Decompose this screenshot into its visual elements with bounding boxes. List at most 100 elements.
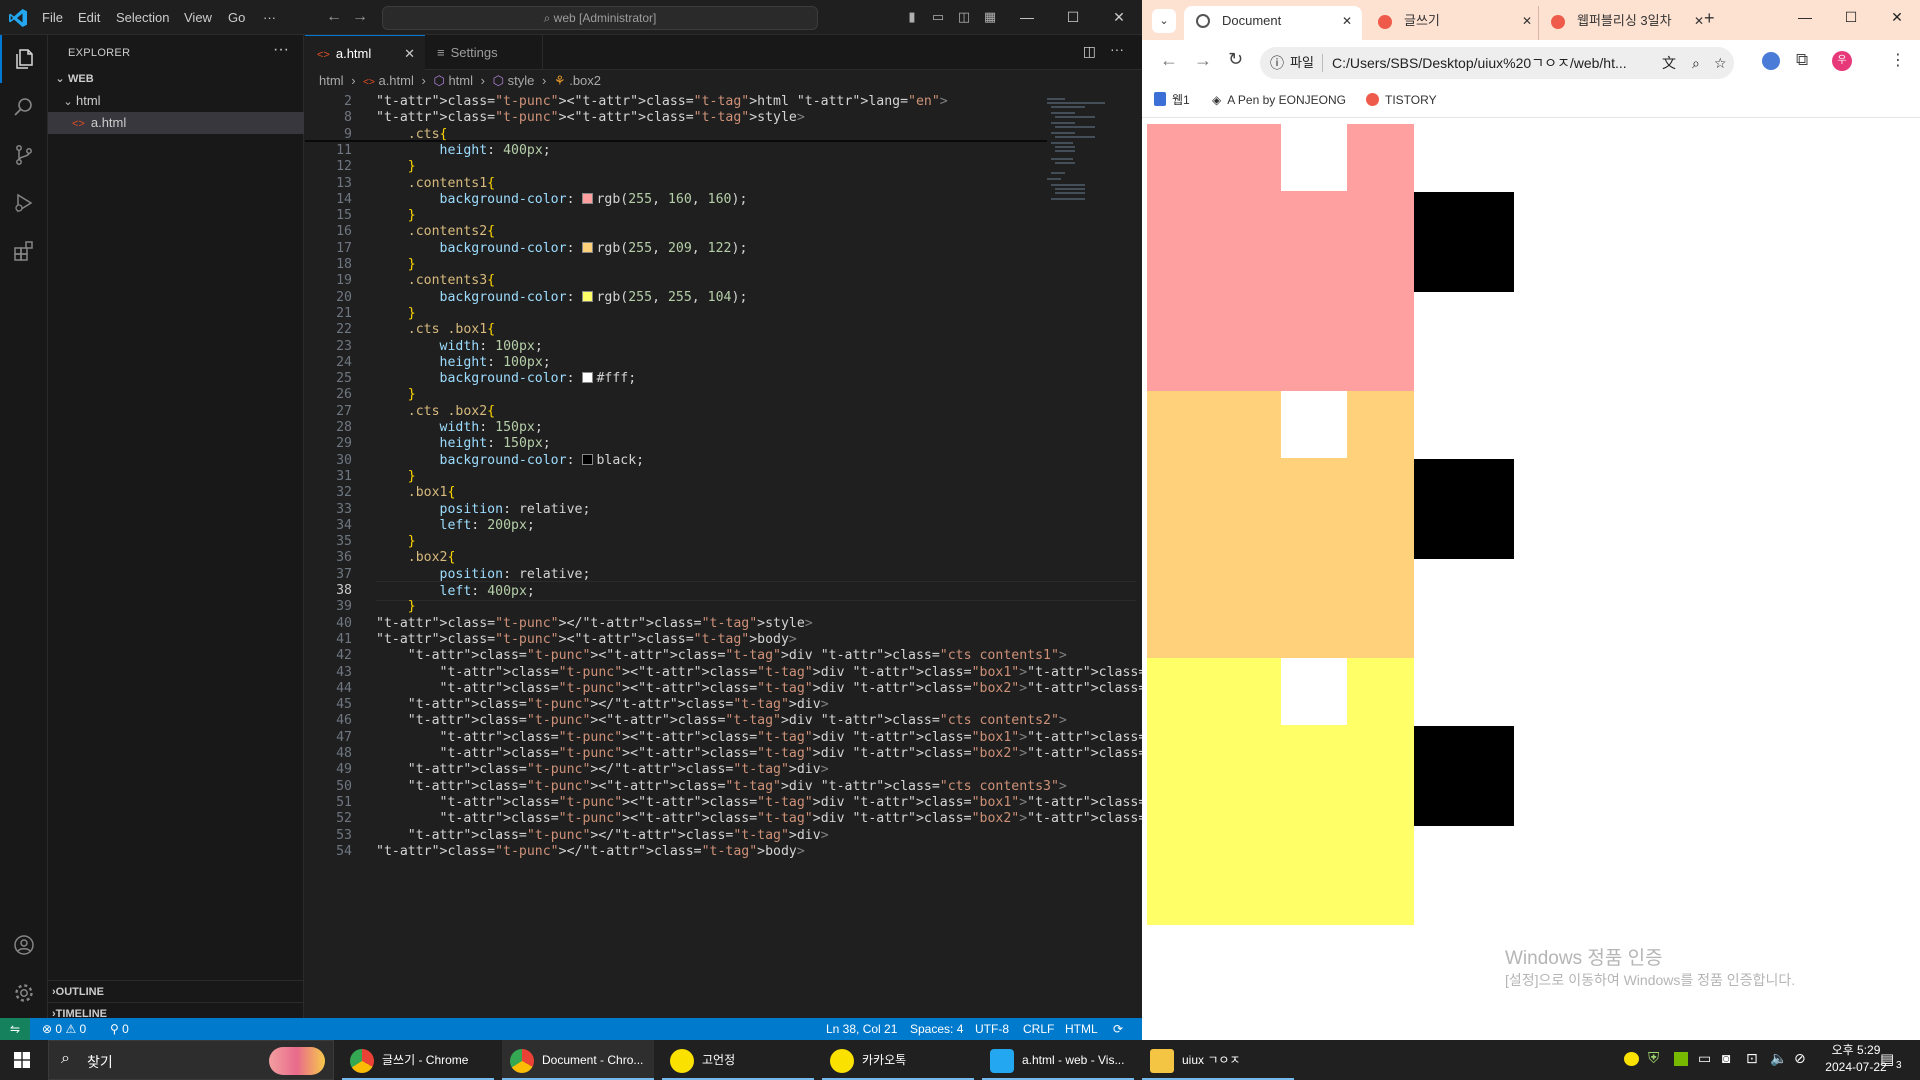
chrome-tab-writing[interactable]: 글쓰기 ✕ bbox=[1366, 6, 1542, 40]
notification-center-icon[interactable]: ▤ bbox=[1880, 1050, 1894, 1068]
warning-icon: ⚠ bbox=[65, 1022, 77, 1036]
breadcrumb-item[interactable]: html bbox=[448, 73, 473, 88]
close-tab-icon[interactable]: ✕ bbox=[1694, 6, 1704, 36]
accounts-icon[interactable] bbox=[0, 921, 48, 969]
breadcrumb-item[interactable]: a.html bbox=[378, 73, 413, 88]
network-icon[interactable]: ⊡ bbox=[1746, 1050, 1758, 1067]
bookmark-star-icon[interactable]: ☆ bbox=[1714, 47, 1727, 79]
command-center-search[interactable]: ⌕ web [Administrator] bbox=[382, 6, 818, 30]
maximize-icon[interactable]: ☐ bbox=[1828, 0, 1874, 35]
code-line[interactable]: background-color: rgb(255, 255, 104); bbox=[376, 288, 748, 308]
profile-avatar[interactable]: 우 bbox=[1832, 51, 1852, 71]
back-arrow-icon[interactable]: ← bbox=[1160, 50, 1178, 71]
taskbar-app-chrome-writing[interactable]: 글쓰기 - Chrome bbox=[342, 1040, 494, 1080]
chrome-tab-document[interactable]: Document ✕ bbox=[1184, 6, 1362, 40]
editor-more-icon[interactable]: ··· bbox=[1110, 41, 1124, 57]
encoding[interactable]: UTF-8 bbox=[975, 1018, 1009, 1040]
split-editor-icon[interactable]: ◫ bbox=[1083, 43, 1096, 60]
close-icon[interactable]: ✕ bbox=[1874, 0, 1920, 35]
notifications-bell-icon[interactable]: ⟳ bbox=[1113, 1018, 1123, 1040]
reload-icon[interactable]: ↻ bbox=[1228, 49, 1243, 70]
taskbar-app-kakaotalk[interactable]: 카카오톡 bbox=[822, 1040, 974, 1080]
cursor-position[interactable]: Ln 38, Col 21 bbox=[826, 1018, 897, 1040]
maximize-icon[interactable]: ☐ bbox=[1050, 0, 1096, 35]
tray-device-icon[interactable]: ▭ bbox=[1698, 1050, 1711, 1067]
taskbar-app-folder[interactable]: uiux ㄱㅇㅈ bbox=[1142, 1040, 1294, 1080]
code-line[interactable]: "t-attr">class="t-punc"></"t-attr">class… bbox=[376, 842, 805, 862]
close-tab-icon[interactable]: ✕ bbox=[1522, 6, 1532, 36]
minimize-icon[interactable]: — bbox=[1004, 0, 1050, 35]
toggle-sidebar-icon[interactable]: ▮ bbox=[904, 9, 920, 25]
minimize-icon[interactable]: — bbox=[1782, 0, 1828, 35]
menu-edit[interactable]: Edit bbox=[78, 0, 100, 35]
code-editor[interactable]: 2 "t-attr">class="t-punc"><"t-attr">class… bbox=[305, 92, 1142, 1018]
tray-nvidia-icon[interactable] bbox=[1674, 1052, 1688, 1066]
minimap[interactable] bbox=[1045, 95, 1125, 205]
windows-start-icon[interactable] bbox=[14, 1052, 30, 1068]
bookmarks-bar: 웹1 ◈ A Pen by EONJEONG TISTORY bbox=[1142, 84, 1920, 118]
tray-shield-icon[interactable]: ⛨ bbox=[1648, 1050, 1659, 1067]
zoom-icon[interactable]: ⌕ bbox=[1692, 47, 1700, 79]
menu-view[interactable]: View bbox=[184, 0, 212, 35]
forward-arrow-icon[interactable]: → bbox=[1194, 50, 1212, 71]
extensions-puzzle-icon[interactable]: ⧉ bbox=[1796, 50, 1808, 70]
customize-layout-icon[interactable]: ▦ bbox=[982, 9, 998, 25]
menu-file[interactable]: File bbox=[42, 0, 63, 35]
folder-html[interactable]: ⌄ html bbox=[48, 90, 304, 112]
more-actions-icon[interactable]: ··· bbox=[273, 41, 289, 59]
menu-go[interactable]: Go bbox=[228, 0, 245, 35]
code-line[interactable]: left: 400px; bbox=[376, 581, 1136, 601]
workspace-root[interactable]: ⌄ WEB bbox=[48, 68, 304, 90]
file-a-html[interactable]: <> a.html bbox=[48, 112, 304, 134]
volume-icon[interactable]: 🔈 bbox=[1770, 1050, 1787, 1067]
forward-arrow-icon[interactable]: → bbox=[352, 8, 368, 26]
extensions-icon[interactable] bbox=[0, 227, 48, 275]
problems-indicator[interactable]: ⊗ 0 ⚠ 0 bbox=[42, 1018, 86, 1040]
code-line[interactable]: background-color: black; bbox=[376, 451, 645, 471]
ime-off-icon[interactable]: ⊘ bbox=[1794, 1050, 1806, 1067]
menu-selection[interactable]: Selection bbox=[116, 0, 169, 35]
end-of-line[interactable]: CRLF bbox=[1023, 1018, 1054, 1040]
manage-gear-icon[interactable] bbox=[0, 969, 48, 1017]
language-mode[interactable]: HTML bbox=[1065, 1018, 1098, 1040]
toggle-secondary-sidebar-icon[interactable]: ◫ bbox=[956, 9, 972, 25]
extension-icon[interactable] bbox=[1762, 52, 1780, 70]
search-activity-icon[interactable] bbox=[0, 83, 48, 131]
close-tab-icon[interactable]: ✕ bbox=[404, 36, 415, 71]
taskbar-app-vscode[interactable]: a.html - web - Vis... bbox=[982, 1040, 1134, 1080]
code-line[interactable]: background-color: rgb(255, 160, 160); bbox=[376, 190, 748, 210]
menu-more[interactable]: ··· bbox=[263, 0, 276, 35]
tray-kakao-icon[interactable] bbox=[1624, 1052, 1639, 1066]
toggle-panel-icon[interactable]: ▭ bbox=[930, 9, 946, 25]
explorer-icon[interactable] bbox=[0, 35, 48, 83]
translate-icon[interactable]: 文 bbox=[1662, 47, 1676, 79]
bookmark-web1[interactable]: 웹1 bbox=[1154, 84, 1190, 116]
back-arrow-icon[interactable]: ← bbox=[326, 8, 342, 26]
taskbar-search-box[interactable]: ⌕ 찾기 bbox=[48, 1040, 334, 1080]
breadcrumb-item[interactable]: .box2 bbox=[569, 73, 601, 88]
close-icon[interactable]: ✕ bbox=[1096, 0, 1142, 35]
new-tab-plus-icon[interactable]: + bbox=[1704, 8, 1715, 29]
indentation[interactable]: Spaces: 4 bbox=[910, 1018, 963, 1040]
chrome-menu-icon[interactable]: ⋮ bbox=[1890, 50, 1906, 70]
bookmark-tistory[interactable]: TISTORY bbox=[1366, 84, 1437, 116]
vscode-window: File Edit Selection View Go ··· ← → ⌕ we… bbox=[0, 0, 1142, 1040]
taskbar-app-kakao-chat[interactable]: 고언정 bbox=[662, 1040, 814, 1080]
code-line[interactable]: background-color: rgb(255, 209, 122); bbox=[376, 239, 748, 259]
breadcrumb-item[interactable]: style bbox=[508, 73, 535, 88]
source-control-icon[interactable] bbox=[0, 131, 48, 179]
bookmark-codepen[interactable]: ◈ A Pen by EONJEONG bbox=[1212, 84, 1346, 116]
chrome-tab-webpublishing[interactable]: 웹퍼블리싱 3일차 ✕ bbox=[1538, 6, 1714, 40]
taskbar-app-chrome-document[interactable]: Document - Chro... bbox=[502, 1040, 654, 1080]
remote-indicator-icon[interactable]: ⇋ bbox=[0, 1018, 30, 1040]
address-bar[interactable]: ⓘ 파일 C:/Users/SBS/Desktop/uiux%20ㄱㅇㅈ/web… bbox=[1260, 47, 1734, 79]
ports-indicator[interactable]: ⚲ 0 bbox=[110, 1018, 129, 1040]
tray-camera-icon[interactable]: ◙ bbox=[1722, 1050, 1730, 1066]
tab-settings[interactable]: ≡ Settings bbox=[425, 35, 543, 70]
breadcrumb-item[interactable]: html bbox=[319, 73, 344, 88]
outline-section[interactable]: ›OUTLINE bbox=[48, 980, 304, 1002]
close-tab-icon[interactable]: ✕ bbox=[1342, 6, 1352, 36]
tab-a-html[interactable]: <> a.html ✕ bbox=[305, 35, 425, 70]
tab-search-chevron-icon[interactable]: ⌄ bbox=[1152, 9, 1176, 33]
run-debug-icon[interactable] bbox=[0, 179, 48, 227]
